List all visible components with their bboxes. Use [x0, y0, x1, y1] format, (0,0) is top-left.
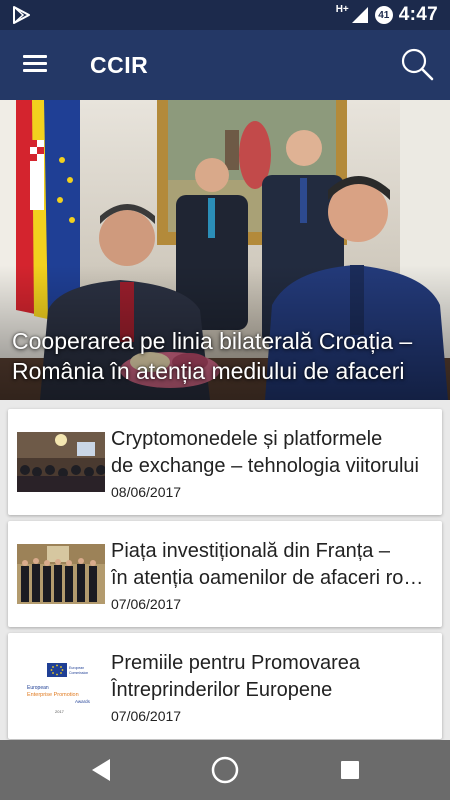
back-button[interactable] — [86, 755, 116, 785]
logo-text: Enterprise Promotion — [27, 692, 79, 698]
back-triangle-icon — [92, 759, 110, 781]
hamburger-line — [23, 62, 47, 65]
news-date: 08/06/2017 — [111, 484, 182, 500]
news-card-cryptomonede[interactable]: Cryptomonedele și platformele de exchang… — [8, 409, 442, 515]
clock: 4:47 — [398, 4, 438, 25]
news-date: 07/06/2017 — [111, 708, 182, 724]
news-title-line: Cryptomonedele și platformele — [111, 428, 383, 450]
news-list: Cryptomonedele și platformele de exchang… — [0, 400, 450, 740]
network-type: H+ — [335, 3, 349, 15]
signal-icon — [351, 7, 368, 23]
logo-text: Commission — [69, 671, 88, 675]
home-button[interactable] — [210, 755, 240, 785]
menu-button[interactable] — [18, 52, 52, 78]
news-title-line: Premiile pentru Promovarea — [111, 652, 360, 674]
home-circle-icon — [211, 756, 239, 784]
news-title-line: de exchange – tehnologia viitorului — [111, 455, 419, 477]
news-card-premiile[interactable]: European Commission European Enterprise … — [8, 633, 442, 739]
news-thumbnail: European Commission European Enterprise … — [17, 659, 105, 719]
hamburger-line — [23, 69, 47, 72]
news-date: 07/06/2017 — [111, 596, 182, 612]
news-thumbnail — [17, 432, 105, 492]
recents-square-icon — [341, 761, 359, 779]
featured-title: Cooperarea pe linia bilaterală Croația –… — [12, 328, 413, 384]
news-title: Premiile pentru Promovarea Întreprinderi… — [111, 650, 436, 704]
search-icon — [401, 48, 434, 81]
logo-text: 2017 — [55, 709, 65, 714]
search-button[interactable] — [398, 46, 438, 84]
news-title: Piața investițională din Franța – în ate… — [111, 538, 436, 592]
news-card-piata-investitionala[interactable]: Piața investițională din Franța – în ate… — [8, 521, 442, 627]
logo-text: Awards — [75, 699, 91, 704]
news-title-line: Piața investițională din Franța – — [111, 540, 391, 562]
logo-text: European — [27, 685, 49, 691]
app-title: CCIR — [90, 52, 149, 78]
news-title: Cryptomonedele și platformele de exchang… — [111, 426, 436, 480]
featured-article[interactable]: Cooperarea pe linia bilaterală Croația –… — [0, 100, 450, 400]
news-title-line: Întreprinderilor Europene — [111, 679, 333, 701]
recents-button[interactable] — [335, 755, 365, 785]
logo-text: European — [69, 666, 84, 670]
app-bar: CCIR — [0, 30, 450, 100]
play-store-icon — [13, 6, 30, 24]
hamburger-icon — [23, 55, 47, 58]
battery-icon: 41 — [374, 6, 393, 24]
news-title-line: în atenția oamenilor de afaceri români — [111, 567, 436, 589]
status-bar: H+ 41 4:47 — [0, 0, 450, 30]
news-thumbnail — [17, 544, 105, 604]
system-nav-bar — [0, 740, 450, 800]
